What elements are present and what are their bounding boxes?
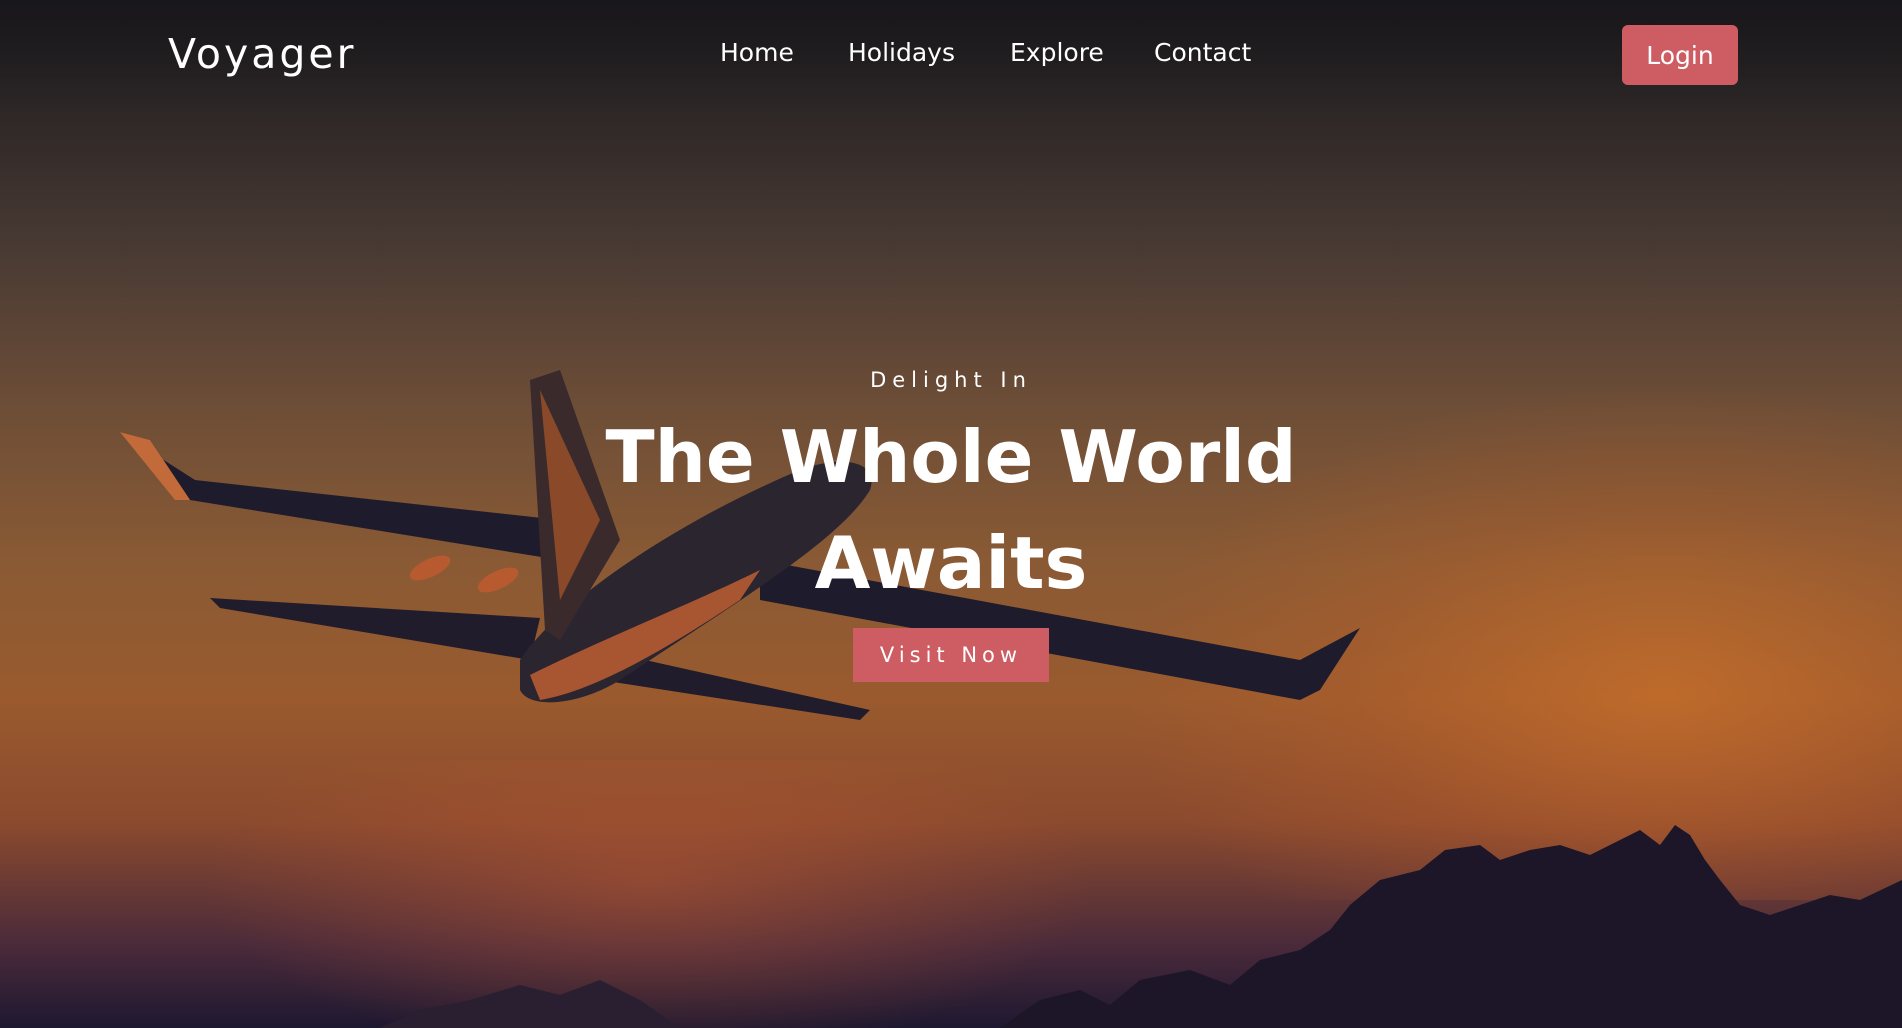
nav-item-contact: Contact bbox=[1154, 38, 1274, 67]
login-button[interactable]: Login bbox=[1622, 25, 1738, 85]
visit-now-button[interactable]: Visit Now bbox=[853, 628, 1049, 682]
nav-item-explore: Explore bbox=[1010, 38, 1154, 67]
hero-kicker: Delight In bbox=[870, 368, 1032, 392]
site-logo[interactable]: Voyager bbox=[168, 30, 356, 78]
nav-link-holidays[interactable]: Holidays bbox=[848, 38, 1010, 67]
nav-menu: Home Holidays Explore Contact bbox=[720, 38, 1274, 67]
nav-item-home: Home bbox=[720, 38, 848, 67]
hero-section: Voyager Home Holidays Explore Contact Lo… bbox=[0, 0, 1902, 1028]
hero-headline: The Whole World Awaits bbox=[0, 404, 1902, 616]
nav-item-holidays: Holidays bbox=[848, 38, 1010, 67]
nav-link-explore[interactable]: Explore bbox=[1010, 38, 1154, 67]
clouds-silhouette bbox=[380, 825, 1902, 1028]
nav-link-home[interactable]: Home bbox=[720, 38, 848, 67]
nav-link-contact[interactable]: Contact bbox=[1154, 38, 1274, 67]
top-navigation-bar: Voyager Home Holidays Explore Contact Lo… bbox=[0, 0, 1902, 110]
hero-headline-line-1: The Whole World bbox=[605, 415, 1297, 499]
hero-headline-line-2: Awaits bbox=[814, 521, 1088, 605]
hero-content: Delight In The Whole World Awaits Visit … bbox=[0, 366, 1902, 682]
